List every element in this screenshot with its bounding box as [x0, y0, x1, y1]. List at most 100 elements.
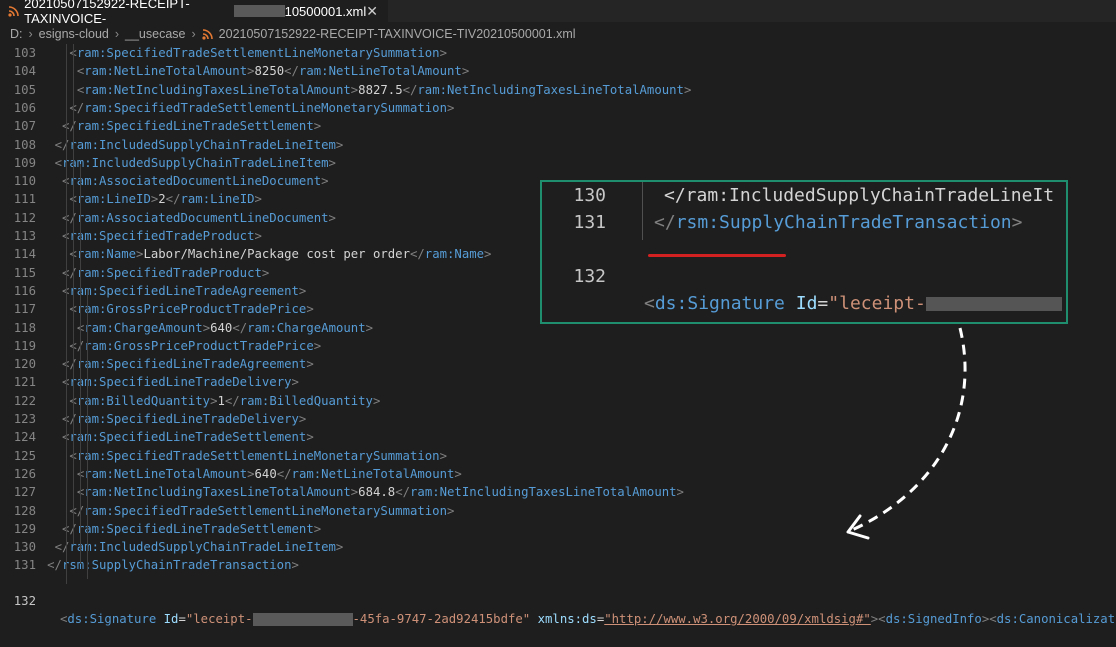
redacted-block — [233, 5, 285, 17]
code-text: <ram:ChargeAmount>640</ram:ChargeAmount> — [77, 320, 374, 335]
indent-guide — [87, 289, 88, 579]
code-line-131[interactable]: 131 </rsm:SupplyChainTradeTransaction> — [0, 556, 1116, 574]
red-underline — [648, 254, 786, 257]
line-number: 131 — [13, 558, 36, 573]
code-line-106[interactable]: 106 </ram:SpecifiedTradeSettlementLineMon… — [0, 99, 1116, 117]
code-line-107[interactable]: 107 </ram:SpecifiedLineTradeSettlement> — [0, 117, 1116, 135]
line-number: 117 — [13, 302, 36, 317]
code-text: <ram:GrossPriceProductTradePrice> — [69, 302, 314, 317]
indent-guide — [642, 182, 643, 240]
code-text: <ram:NetIncludingTaxesLineTotalAmount>88… — [76, 82, 692, 97]
code-text: <ram:SpecifiedTradeSettlementLineMonetar… — [69, 448, 447, 463]
breadcrumb-folder[interactable]: esigns-cloud — [39, 27, 109, 41]
attr-name: Id — [163, 612, 179, 627]
zoom-callout: 131 </rsm:SupplyChainTradeTransaction> 130… — [540, 180, 1068, 324]
line-number: 107 — [13, 119, 36, 134]
breadcrumb-drive[interactable]: D: — [10, 27, 23, 41]
code-line-105[interactable]: 105 <ram:NetIncludingTaxesLineTotalAmount… — [0, 81, 1116, 99]
rss-icon — [202, 28, 214, 40]
line-number: 110 — [13, 174, 36, 189]
line-number: 124 — [13, 430, 36, 445]
attr-value: "leceipt- — [185, 612, 253, 627]
code-text: </ram:AssociatedDocumentLineDocument> — [62, 210, 336, 225]
line-number: 119 — [13, 338, 36, 353]
chevron-right-icon: › — [114, 27, 120, 41]
line-number: 118 — [13, 320, 36, 335]
line-number: 123 — [13, 412, 36, 426]
code-text: </ram:SpecifiedLineTradeSettlement> — [62, 521, 322, 536]
line-number: 114 — [13, 247, 36, 262]
code-text: <ram:SpecifiedLineTradeSettlement> — [62, 430, 314, 445]
attr-value: "leceipt- — [828, 293, 926, 314]
line-number: 122 — [13, 393, 36, 408]
code-line-109[interactable]: 109 <ram:IncludedSupplyChainTradeLineItem… — [0, 154, 1116, 172]
code-text: <ds:Signature Id="leceipt- -45fa-9747-2ad… — [60, 610, 1116, 628]
code-text: </ram:IncludedSupplyChainTradeLineItem> — [54, 137, 344, 152]
tab-title-suffix: 10500001.xml — [284, 3, 367, 19]
code-text: </rsm:SupplyChainTradeTransaction> — [47, 558, 299, 573]
indent-guide — [80, 164, 81, 564]
namespace-link[interactable]: "http://www.w3.org/2000/09/xmldsig#" — [604, 612, 871, 626]
redacted-block — [252, 613, 353, 627]
zoom-line-131: 131 </rsm:SupplyChainTradeTransaction> — [542, 209, 1066, 236]
line-number: 128 — [13, 503, 36, 518]
code-line-104[interactable]: 104 <ram:NetLineTotalAmount>8250</ram:Net… — [0, 62, 1116, 80]
chevron-right-icon: › — [28, 27, 33, 41]
breadcrumb-folder[interactable]: __usecase — [125, 27, 185, 41]
line-number: 129 — [13, 521, 36, 536]
line-number: 130 — [573, 185, 606, 206]
redacted-block — [925, 297, 1062, 311]
code-text: </ram:SpecifiedTradeSettlementLineMoneta… — [69, 100, 455, 115]
line-number: 103 — [13, 46, 36, 60]
code-text: <ram:Name>Labor/Machine/Package cost per… — [69, 247, 492, 262]
tab-bar: 20210507152922-RECEIPT-TAXINVOICE- 10500… — [0, 0, 1116, 26]
code-text: <ram:SpecifiedLineTradeAgreement> — [62, 283, 307, 298]
code-text: <ram:BilledQuantity>1</ram:BilledQuantit… — [69, 393, 381, 408]
line-number: 111 — [13, 192, 36, 207]
editor-tab[interactable]: 20210507152922-RECEIPT-TAXINVOICE- 10500… — [0, 0, 388, 26]
code-text: </ram:IncludedSupplyChainTradeLineIt — [664, 185, 1055, 206]
code-text: <ram:NetIncludingTaxesLineTotalAmount>68… — [77, 485, 684, 500]
attr-name: xmlns:ds — [537, 612, 597, 627]
line-number: 104 — [13, 64, 36, 79]
tag-name: ds:SignedInfo — [885, 612, 982, 627]
code-text: </ram:GrossPriceProductTradePrice> — [69, 338, 322, 353]
code-text: <ram:NetLineTotalAmount>640</ram:NetLine… — [77, 466, 462, 481]
code-text: <ram:LineID>2</ram:LineID> — [69, 192, 262, 207]
code-line-132[interactable]: 132 <ds:Signature Id="leceipt- -45fa-9747… — [0, 574, 1116, 627]
code-text: <ram:IncludedSupplyChainTradeLineItem> — [54, 155, 336, 170]
line-number: 106 — [13, 100, 36, 115]
line-number: 113 — [13, 229, 36, 243]
line-number: 130 — [13, 540, 36, 555]
line-number: 126 — [13, 466, 36, 481]
line-number: 125 — [13, 448, 36, 463]
code-text: <ram:NetLineTotalAmount>8250</ram:NetLin… — [76, 64, 470, 79]
code-text: <ram:SpecifiedTradeSettlementLineMonetar… — [69, 46, 447, 60]
breadcrumb-file[interactable]: 20210507152922-RECEIPT-TAXINVOICE-TIV202… — [219, 27, 576, 41]
code-text: </ram:SpecifiedTradeProduct> — [62, 265, 270, 280]
line-number: 132 — [573, 266, 606, 287]
close-icon[interactable]: ✕ — [366, 3, 378, 20]
code-text: </ram:SpecifiedTradeSettlementLineMoneta… — [69, 503, 455, 518]
line-number: 131 — [573, 212, 606, 233]
line-number: 109 — [13, 155, 36, 170]
signature-tag: ds:Signature — [67, 612, 157, 627]
attr-name: Id — [795, 293, 818, 314]
breadcrumb: D: › esigns-cloud › __usecase › 20210507… — [0, 24, 1116, 44]
code-text: <ram:AssociatedDocumentLineDocument> — [62, 174, 329, 189]
rss-icon — [8, 5, 19, 17]
line-number: 112 — [13, 210, 36, 225]
line-number: 132 — [13, 594, 36, 609]
code-text: </rsm:SupplyChainTradeTransaction> — [654, 212, 1023, 233]
code-text: <ram:SpecifiedTradeProduct> — [62, 229, 262, 243]
line-number: 115 — [13, 265, 36, 280]
line-number: 120 — [13, 357, 36, 372]
line-number: 116 — [13, 283, 36, 298]
line-number: 105 — [13, 82, 36, 97]
code-line-108[interactable]: 108 </ram:IncludedSupplyChainTradeLineIte… — [0, 136, 1116, 154]
line-number: 108 — [13, 137, 36, 152]
code-line-103[interactable]: 103 <ram:SpecifiedTradeSettlementLineMone… — [0, 44, 1116, 62]
indent-guide — [73, 44, 74, 544]
tab-title-prefix: 20210507152922-RECEIPT-TAXINVOICE- — [24, 0, 190, 26]
chevron-right-icon: › — [191, 27, 196, 41]
